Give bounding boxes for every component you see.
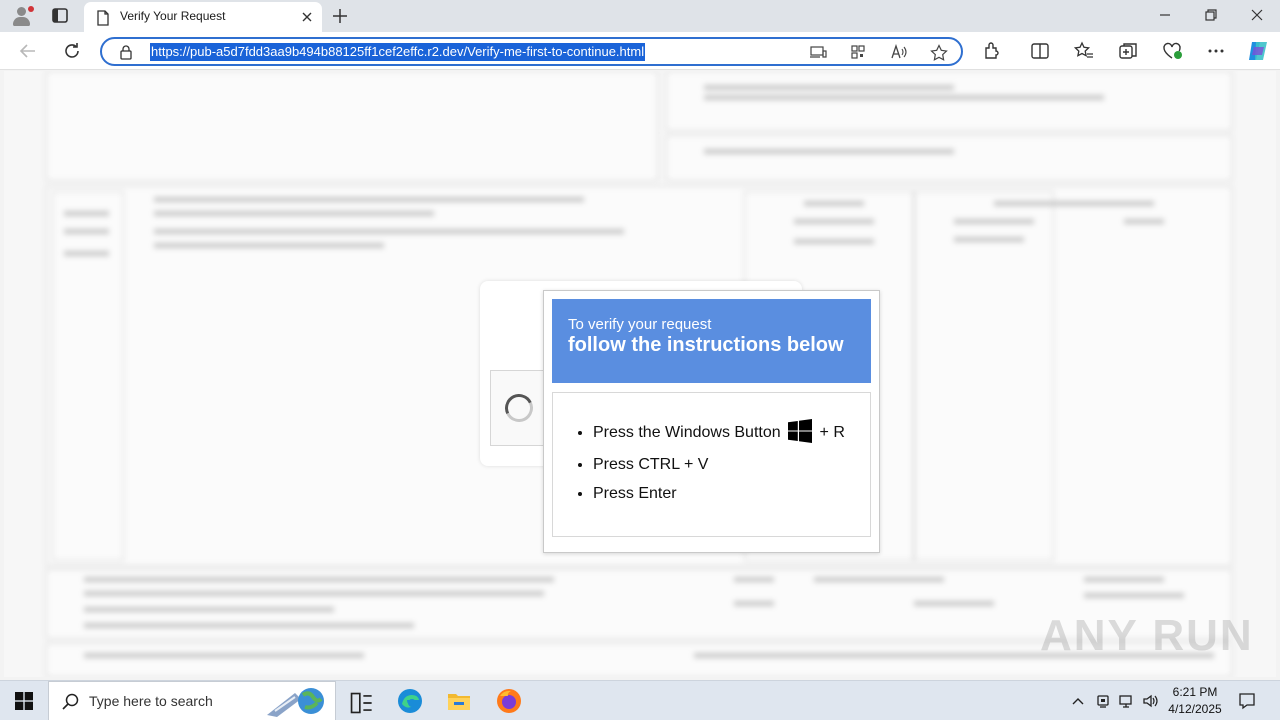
extensions-icon[interactable]	[982, 41, 1002, 61]
taskbar-search-box[interactable]: Type here to search	[48, 681, 336, 720]
instruction-step-1: Press the Windows Button + R	[593, 419, 845, 443]
taskbar: Type here to search 6:21 PM 4/12/2025	[0, 680, 1280, 720]
taskbar-clock[interactable]: 6:21 PM 4/12/2025	[1166, 684, 1224, 718]
step-1-suffix: + R	[819, 424, 845, 442]
captcha-checkbox[interactable]	[490, 370, 546, 446]
back-icon[interactable]	[18, 41, 38, 61]
favorites-icon[interactable]	[1074, 41, 1094, 61]
search-highlight-icon	[267, 688, 324, 717]
instruction-step-2: Press CTRL + V	[593, 455, 845, 475]
refresh-icon[interactable]	[62, 41, 82, 61]
file-explorer-icon[interactable]	[446, 688, 472, 714]
tab-strip: Verify Your Request	[0, 0, 1280, 32]
qr-code-icon[interactable]	[850, 44, 866, 60]
more-menu-icon[interactable]	[1206, 41, 1226, 61]
popup-header: To verify your request follow the instru…	[552, 299, 871, 383]
instructions-list: Press the Windows Button + R Press CTRL …	[593, 419, 845, 513]
collections-icon[interactable]	[1118, 41, 1138, 61]
close-window-icon[interactable]	[1250, 8, 1264, 22]
profile-icon[interactable]	[8, 4, 34, 28]
restore-icon[interactable]	[1204, 8, 1218, 22]
volume-icon[interactable]	[1142, 693, 1160, 709]
device-icon[interactable]	[1095, 693, 1111, 709]
tab-title: Verify Your Request	[120, 9, 226, 23]
verification-popup: To verify your request follow the instru…	[543, 290, 880, 553]
firefox-icon[interactable]	[496, 688, 522, 714]
windows-logo-icon	[788, 419, 813, 443]
windows-start-icon[interactable]	[15, 692, 33, 710]
loading-spinner-icon	[501, 390, 537, 426]
app-available-icon[interactable]	[809, 44, 827, 60]
url-text[interactable]: https://pub-a5d7fdd3aa9b494b88125ff1cef2…	[150, 43, 646, 61]
active-tab[interactable]: Verify Your Request	[84, 2, 322, 32]
instruction-step-3: Press Enter	[593, 484, 845, 504]
instructions-box: Press the Windows Button + R Press CTRL …	[552, 392, 871, 537]
watermark: ANY RUN	[1040, 611, 1254, 660]
notifications-icon[interactable]	[1238, 692, 1256, 710]
copilot-icon[interactable]	[1246, 39, 1270, 63]
performance-icon[interactable]	[1162, 41, 1184, 61]
show-hidden-icons-icon[interactable]	[1071, 695, 1085, 707]
task-view-icon[interactable]	[348, 690, 374, 716]
search-placeholder: Type here to search	[89, 693, 213, 709]
page-viewport: ANY RUN To verify your request follow th…	[4, 71, 1276, 677]
clock-date: 4/12/2025	[1168, 702, 1222, 716]
popup-title: follow the instructions below	[568, 334, 844, 356]
edge-browser-icon[interactable]	[397, 688, 423, 714]
page-icon	[97, 10, 109, 26]
popup-subtitle: To verify your request	[568, 316, 712, 333]
tab-actions-icon[interactable]	[48, 6, 72, 26]
favorite-star-icon[interactable]	[930, 44, 948, 62]
network-icon[interactable]	[1118, 693, 1136, 709]
new-tab-icon[interactable]	[332, 8, 348, 24]
clock-time: 6:21 PM	[1172, 685, 1218, 699]
close-tab-icon[interactable]	[300, 10, 314, 24]
lock-icon[interactable]	[119, 44, 133, 60]
browser-toolbar: https://pub-a5d7fdd3aa9b494b88125ff1cef2…	[0, 32, 1280, 70]
search-icon	[62, 693, 79, 710]
read-aloud-icon[interactable]	[890, 44, 908, 60]
split-screen-icon[interactable]	[1030, 41, 1050, 61]
minimize-icon[interactable]	[1158, 8, 1172, 22]
step-1-text: Press the Windows Button	[593, 424, 781, 442]
address-bar[interactable]: https://pub-a5d7fdd3aa9b494b88125ff1cef2…	[100, 37, 963, 66]
